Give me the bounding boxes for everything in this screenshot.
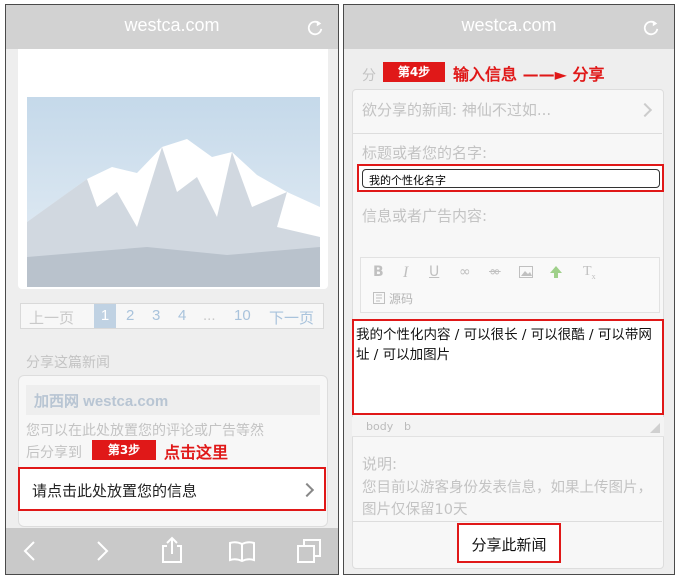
place-info-row[interactable]: 请点击此处放置您的信息	[18, 467, 326, 511]
prev-page-link[interactable]: 上一页	[29, 307, 74, 328]
page-3-link[interactable]: 3	[152, 307, 160, 324]
title-label: 标题或者您的名字:	[362, 144, 488, 162]
forward-icon[interactable]	[94, 540, 110, 562]
page-2-link[interactable]: 2	[126, 307, 134, 324]
pagination: 上一页 1 2 3 4 ... 10 下一页	[20, 303, 324, 329]
source-button[interactable]: 源码	[389, 290, 413, 307]
source-icon	[373, 292, 385, 304]
path-b[interactable]: b	[404, 420, 411, 433]
image-icon[interactable]	[519, 266, 533, 278]
reload-icon[interactable]	[642, 19, 660, 37]
note-text: 您目前以游客身份发表信息，如果上传图片，图片仅保留10天	[362, 480, 652, 518]
url-text-right: westca.com	[461, 15, 557, 35]
page-10-link[interactable]: 10	[234, 307, 251, 324]
share-description-line2: 后分享到	[26, 445, 82, 461]
tabs-icon[interactable]	[296, 538, 322, 564]
note-label: 说明:	[362, 455, 398, 473]
path-body[interactable]: body	[366, 420, 393, 433]
content-editor[interactable]: 我的个性化内容 / 可以很长 / 可以很酷 / 可以带网址 / 可以加图片	[352, 319, 664, 415]
share-heading-faded: 分	[362, 68, 376, 84]
bold-icon[interactable]: B	[373, 264, 384, 280]
share-icon[interactable]	[160, 536, 184, 564]
editor-toolbar: B I U ∞ ∞ Tx 源码	[360, 257, 660, 313]
page-4-link[interactable]: 4	[178, 307, 186, 324]
divider	[353, 521, 662, 522]
unlink-icon[interactable]: ∞	[489, 264, 501, 280]
mountain-photo	[27, 97, 320, 287]
place-info-label: 请点击此处放置您的信息	[32, 482, 198, 500]
share-heading: 分享这篇新闻	[26, 355, 110, 371]
divider	[353, 133, 662, 134]
step-4-badge: 第4步	[383, 62, 445, 82]
share-news-label: 分享此新闻	[471, 536, 547, 554]
link-icon[interactable]: ∞	[459, 264, 471, 280]
news-title-row[interactable]: 欲分享的新闻: 神仙不过如...	[362, 99, 551, 120]
url-text: westca.com	[124, 15, 220, 35]
page-1-current[interactable]: 1	[94, 304, 116, 328]
bottom-toolbar	[6, 528, 338, 574]
page-ellipsis: ...	[203, 307, 216, 324]
resize-handle-icon[interactable]	[650, 423, 660, 433]
step-4-callout: 输入信息 ——► 分享	[453, 65, 605, 84]
italic-icon[interactable]: I	[403, 264, 408, 282]
step-3-badge: 第3步	[92, 440, 156, 460]
reload-icon[interactable]	[306, 19, 324, 37]
content-text: 我的个性化内容 / 可以很长 / 可以很酷 / 可以带网址 / 可以加图片	[356, 327, 652, 363]
next-page-link[interactable]: 下一页	[269, 307, 314, 328]
clear-format-icon[interactable]: Tx	[583, 264, 596, 281]
left-phone-screen: westca.com 上一页 1 2 3 4 ... 10 下一页 分享这篇新闻…	[5, 4, 339, 575]
editor-statusbar: body b	[352, 417, 664, 437]
bookmarks-icon[interactable]	[228, 540, 256, 562]
address-bar[interactable]: westca.com	[6, 5, 338, 49]
content-label: 信息或者广告内容:	[362, 207, 488, 225]
back-icon[interactable]	[22, 540, 38, 562]
upload-icon[interactable]	[549, 266, 563, 278]
title-input[interactable]: 我的个性化名字	[362, 169, 660, 188]
step-3-callout: 点击这里	[164, 443, 229, 462]
chevron-right-icon	[299, 482, 315, 498]
right-phone-screen: westca.com 分 第4步 输入信息 ——► 分享 欲分享的新闻: 神仙不…	[343, 4, 675, 575]
address-bar-right[interactable]: westca.com	[344, 5, 674, 49]
underline-icon[interactable]: U	[429, 264, 439, 280]
share-news-button[interactable]: 分享此新闻	[457, 523, 561, 563]
share-description-line1: 您可以在此处放置您的评论或广告等然	[26, 423, 264, 439]
site-name: 加西网 westca.com	[34, 393, 169, 410]
